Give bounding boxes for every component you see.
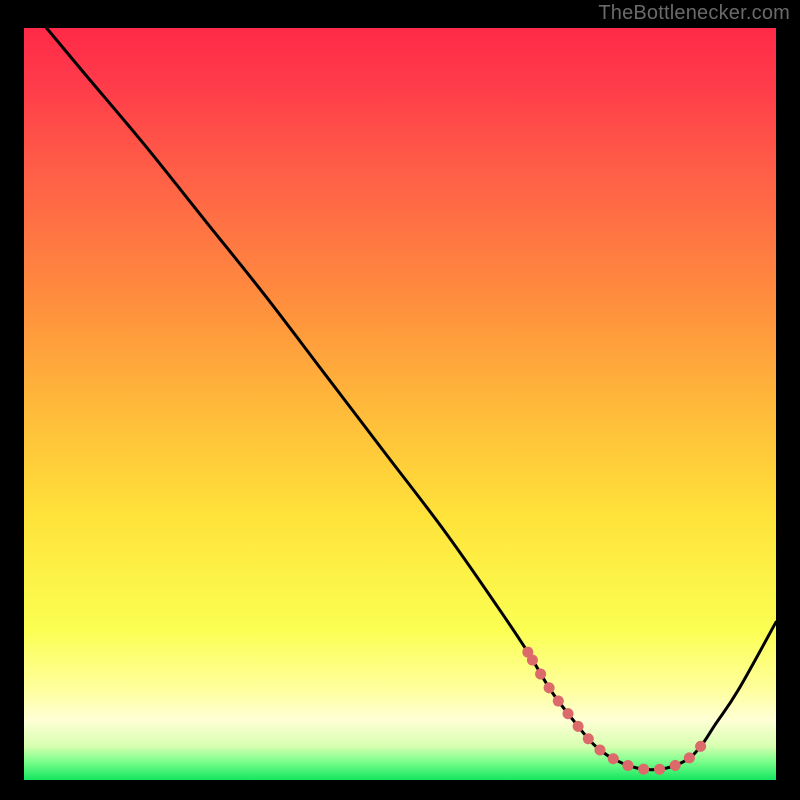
- plot-area: [24, 28, 776, 780]
- gradient-bg: [24, 28, 776, 780]
- watermark-text: TheBottlenecker.com: [598, 2, 790, 25]
- plot-svg: [24, 28, 776, 780]
- chart-container: TheBottlenecker.com: [0, 0, 800, 800]
